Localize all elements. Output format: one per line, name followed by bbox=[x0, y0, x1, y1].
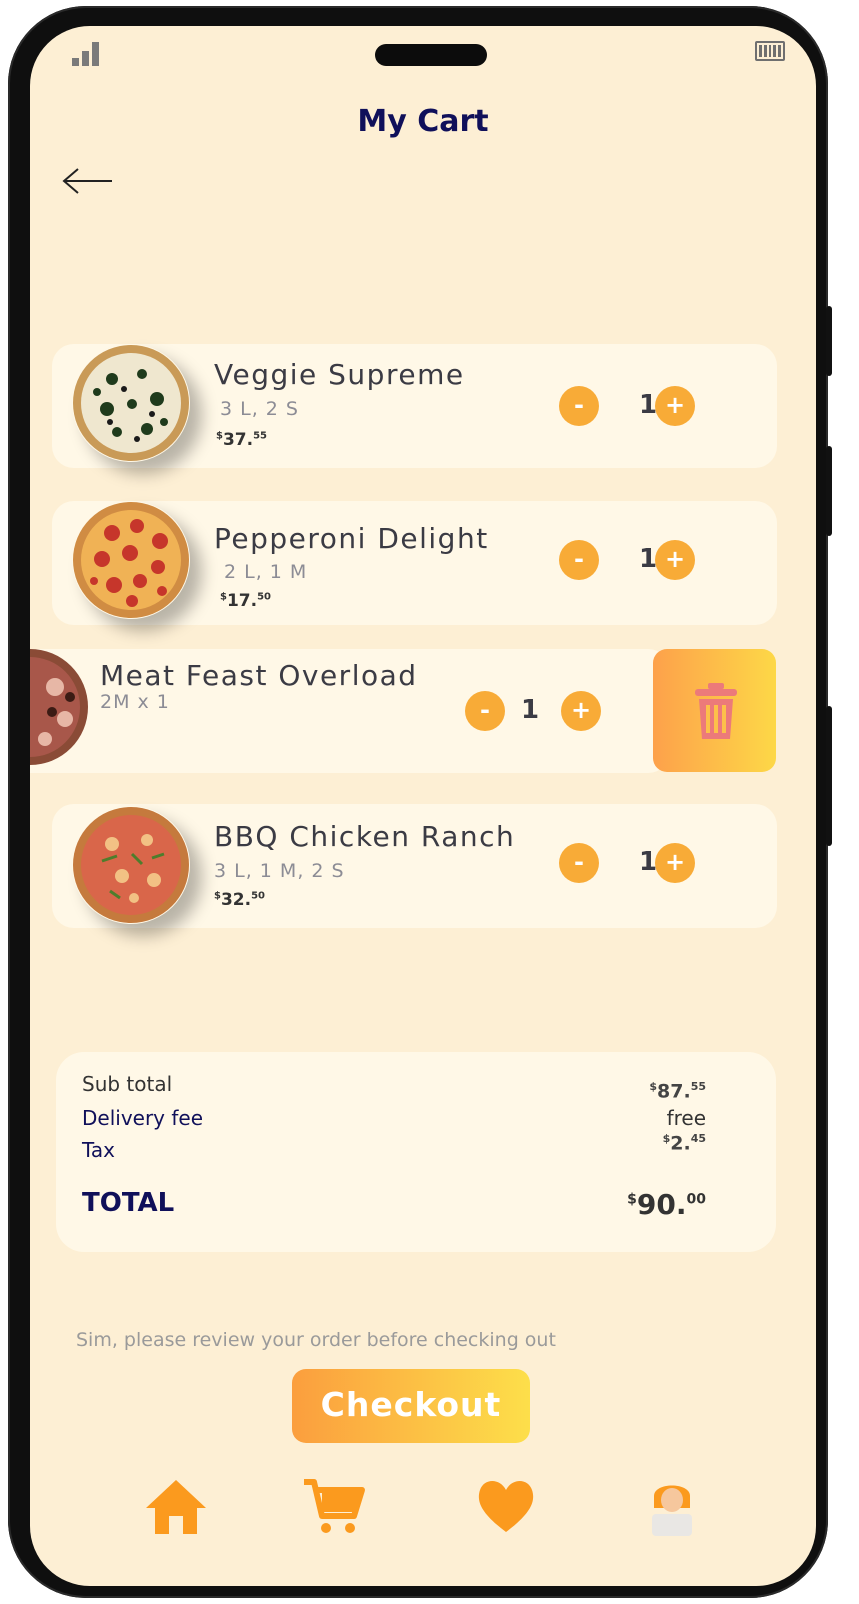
back-arrow-icon[interactable] bbox=[60, 166, 114, 196]
page-title: My Cart bbox=[357, 104, 489, 139]
decrease-quantity-button[interactable]: - bbox=[465, 691, 505, 731]
delete-item-button[interactable] bbox=[653, 649, 776, 772]
phone-frame: My Cart Veggie Supreme 3 L, 2 S $37.55 -… bbox=[8, 6, 832, 1598]
delivery-fee-label: Delivery fee bbox=[82, 1106, 204, 1130]
pizza-image bbox=[73, 502, 189, 618]
item-sizes: 3 L, 2 S bbox=[220, 398, 299, 420]
item-price: $17.50 bbox=[220, 591, 272, 611]
pizza-image bbox=[30, 649, 88, 765]
item-name: BBQ Chicken Ranch bbox=[214, 820, 516, 853]
side-button bbox=[826, 446, 832, 536]
profile-icon[interactable] bbox=[640, 1474, 704, 1538]
subtotal-value: $87.55 bbox=[649, 1080, 706, 1103]
pizza-image bbox=[73, 345, 189, 461]
camera-notch bbox=[375, 44, 487, 66]
cart-item: Veggie Supreme 3 L, 2 S $37.55 - 1 + bbox=[52, 344, 777, 468]
cart-item-swiped[interactable]: Meat Feast Overload 2M x 1 - 1 + bbox=[30, 649, 670, 773]
tax-label: Tax bbox=[82, 1138, 115, 1162]
decrease-quantity-button[interactable]: - bbox=[559, 843, 599, 883]
heart-icon[interactable] bbox=[474, 1474, 538, 1538]
side-button bbox=[826, 306, 832, 376]
signal-icon bbox=[72, 38, 102, 66]
delivery-fee-value: free bbox=[666, 1106, 706, 1130]
increase-quantity-button[interactable]: + bbox=[655, 386, 695, 426]
cart-item: Pepperoni Delight 2 L, 1 M $17.50 - 1 + bbox=[52, 501, 777, 625]
increase-quantity-button[interactable]: + bbox=[655, 843, 695, 883]
side-button bbox=[826, 706, 832, 846]
decrease-quantity-button[interactable]: - bbox=[559, 540, 599, 580]
decrease-quantity-button[interactable]: - bbox=[559, 386, 599, 426]
cart-item: BBQ Chicken Ranch 3 L, 1 M, 2 S $32.50 -… bbox=[52, 804, 777, 928]
item-sizes: 2 L, 1 M bbox=[224, 561, 308, 583]
subtotal-label: Sub total bbox=[82, 1072, 173, 1096]
increase-quantity-button[interactable]: + bbox=[655, 540, 695, 580]
item-name: Meat Feast Overload bbox=[100, 659, 418, 692]
review-message: Sim, please review your order before che… bbox=[76, 1329, 556, 1351]
app-screen: My Cart Veggie Supreme 3 L, 2 S $37.55 -… bbox=[30, 26, 816, 1586]
increase-quantity-button[interactable]: + bbox=[561, 691, 601, 731]
item-price: $32.50 bbox=[214, 890, 266, 910]
total-label: TOTAL bbox=[82, 1188, 175, 1218]
home-icon[interactable] bbox=[144, 1474, 208, 1538]
pizza-image bbox=[73, 807, 189, 923]
tax-value: $2.45 bbox=[662, 1132, 706, 1155]
checkout-button[interactable]: Checkout bbox=[292, 1369, 530, 1443]
item-name: Pepperoni Delight bbox=[214, 522, 489, 555]
item-sizes: 3 L, 1 M, 2 S bbox=[214, 860, 345, 882]
item-sizes: 2M x 1 bbox=[100, 691, 170, 713]
item-name: Veggie Supreme bbox=[214, 358, 465, 391]
item-quantity: 1 bbox=[520, 695, 540, 725]
battery-icon bbox=[755, 41, 785, 61]
cart-icon[interactable] bbox=[302, 1474, 366, 1538]
item-price: $37.55 bbox=[216, 430, 268, 450]
total-value: $90.00 bbox=[627, 1188, 706, 1221]
trash-icon bbox=[695, 683, 737, 739]
order-summary: Sub total Delivery fee Tax TOTAL $87.55 … bbox=[56, 1052, 776, 1252]
